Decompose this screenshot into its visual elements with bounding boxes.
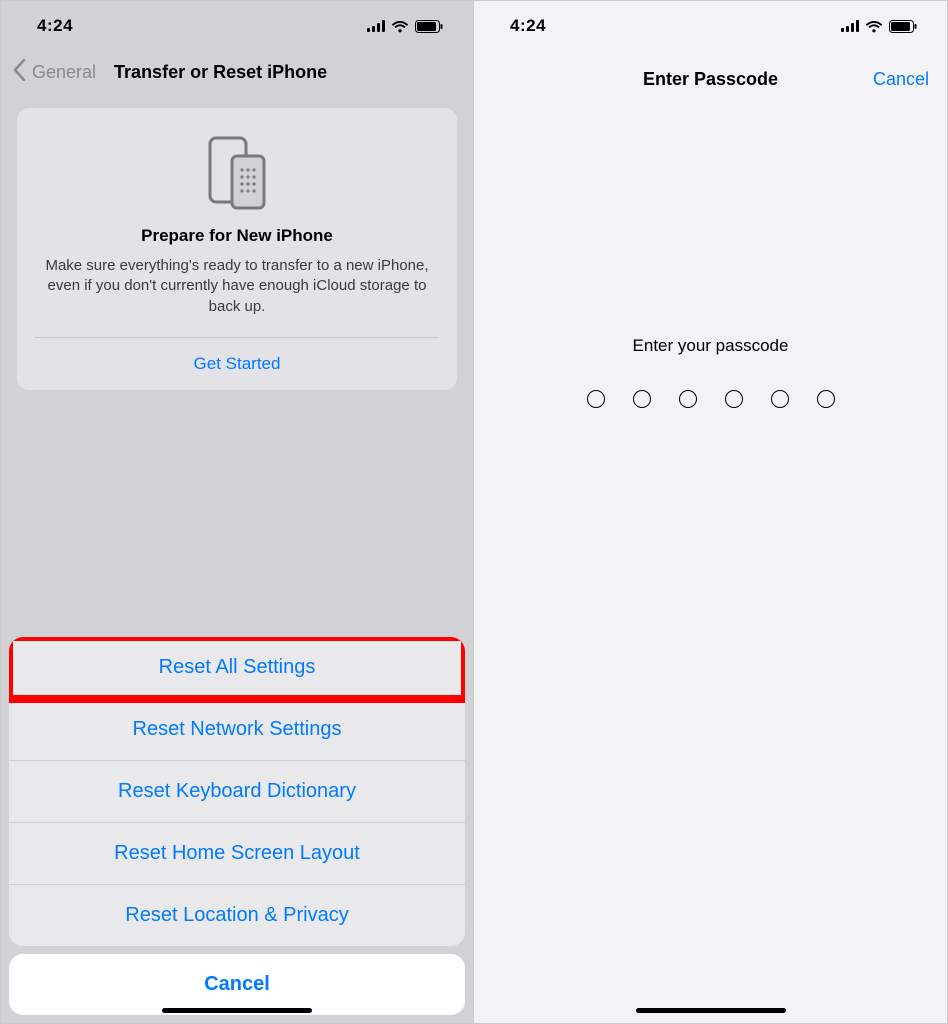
devices-icon: [35, 132, 439, 212]
home-indicator[interactable]: [636, 1008, 786, 1013]
cancel-button[interactable]: Cancel: [873, 69, 929, 90]
get-started-link[interactable]: Get Started: [35, 338, 439, 390]
action-sheet: Reset All Settings Reset Network Setting…: [1, 637, 473, 1023]
status-time: 4:24: [510, 16, 546, 36]
prepare-card: Prepare for New iPhone Make sure everyth…: [17, 108, 457, 390]
passcode-prompt: Enter your passcode: [474, 336, 947, 356]
cellular-signal-icon: [367, 20, 385, 32]
passcode-dot: [817, 390, 835, 408]
page-title: Enter Passcode: [643, 69, 778, 90]
action-sheet-cancel-button[interactable]: Cancel: [9, 954, 465, 1015]
back-chevron-icon[interactable]: [13, 59, 26, 86]
card-title: Prepare for New iPhone: [35, 226, 439, 246]
status-indicators: [841, 20, 917, 33]
back-button-label[interactable]: General: [32, 62, 96, 83]
status-bar: 4:24: [1, 1, 473, 51]
card-body: Make sure everything's ready to transfer…: [35, 256, 439, 317]
passcode-dot: [771, 390, 789, 408]
status-bar: 4:24: [474, 1, 947, 51]
wifi-icon: [865, 20, 883, 33]
home-indicator[interactable]: [162, 1008, 312, 1013]
cellular-signal-icon: [841, 20, 859, 32]
nav-bar: General Transfer or Reset iPhone: [1, 51, 473, 98]
passcode-dots[interactable]: [474, 390, 947, 408]
reset-network-settings-button[interactable]: Reset Network Settings: [9, 699, 465, 761]
reset-all-settings-button[interactable]: Reset All Settings: [9, 637, 465, 699]
passcode-dot: [587, 390, 605, 408]
nav-bar: Enter Passcode Cancel: [474, 51, 947, 106]
page-title: Transfer or Reset iPhone: [114, 62, 327, 83]
passcode-dot: [633, 390, 651, 408]
reset-home-screen-layout-button[interactable]: Reset Home Screen Layout: [9, 823, 465, 885]
reset-location-privacy-button[interactable]: Reset Location & Privacy: [9, 885, 465, 946]
phone-screen-settings: 4:24 General Transfer or Reset iPhone: [1, 1, 474, 1023]
action-sheet-group: Reset All Settings Reset Network Setting…: [9, 637, 465, 946]
passcode-dot: [725, 390, 743, 408]
wifi-icon: [391, 20, 409, 33]
passcode-dot: [679, 390, 697, 408]
reset-keyboard-dictionary-button[interactable]: Reset Keyboard Dictionary: [9, 761, 465, 823]
passcode-area: Enter your passcode: [474, 336, 947, 408]
battery-icon: [415, 20, 443, 33]
status-time: 4:24: [37, 16, 73, 36]
battery-icon: [889, 20, 917, 33]
phone-screen-passcode: 4:24 Enter Passcode Cancel Enter your pa…: [474, 1, 947, 1023]
status-indicators: [367, 20, 443, 33]
